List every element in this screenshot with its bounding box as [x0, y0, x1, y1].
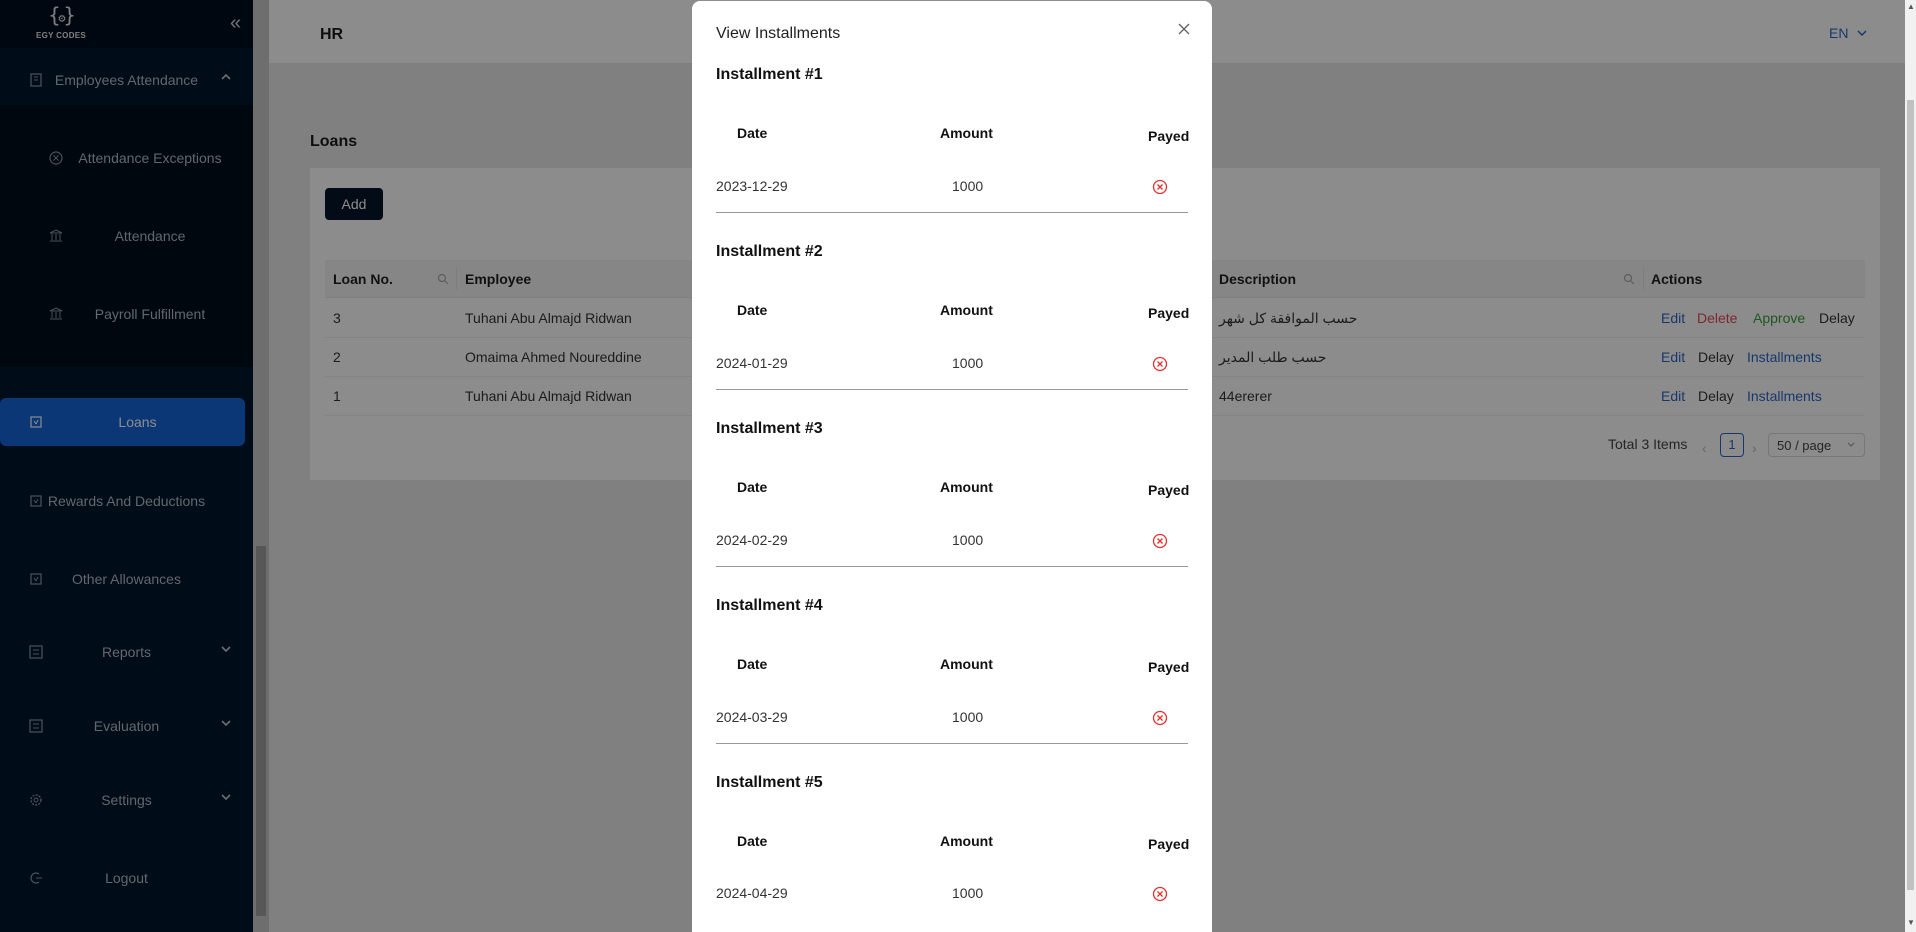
installment-block: Installment #4 Date Amount Payed 2024-03…	[716, 597, 1190, 774]
not-paid-icon	[1152, 710, 1168, 726]
divider	[716, 743, 1188, 744]
page-scrollbar-thumb[interactable]	[1907, 100, 1914, 890]
not-paid-icon	[1152, 179, 1168, 195]
not-paid-icon	[1152, 886, 1168, 902]
date-header: Date	[737, 125, 768, 141]
installment-title: Installment #2	[716, 243, 823, 260]
divider	[716, 212, 1188, 213]
payed-header: Payed	[1148, 128, 1190, 144]
installment-date: 2024-04-29	[716, 885, 788, 901]
page-scrollbar[interactable]: ▲ ▼	[1905, 0, 1916, 932]
scroll-down-icon[interactable]: ▼	[1907, 918, 1915, 927]
close-icon[interactable]	[1176, 21, 1192, 37]
installment-amount: 1000	[952, 885, 984, 901]
payed-header: Payed	[1148, 482, 1190, 498]
installment-amount: 1000	[952, 532, 984, 548]
installment-block: Installment #2 Date Amount Payed 2024-01…	[716, 243, 1190, 420]
installment-title: Installment #4	[716, 597, 823, 614]
amount-header: Amount	[940, 833, 993, 849]
installment-title: Installment #1	[716, 66, 823, 83]
date-header: Date	[737, 656, 768, 672]
date-header: Date	[737, 302, 768, 318]
installment-date: 2024-01-29	[716, 355, 788, 371]
installment-amount: 1000	[952, 178, 984, 194]
payed-header: Payed	[1148, 836, 1190, 852]
payed-header: Payed	[1148, 305, 1190, 321]
installment-title: Installment #3	[716, 420, 823, 437]
amount-header: Amount	[940, 125, 993, 141]
installment-date: 2023-12-29	[716, 178, 788, 194]
payed-header: Payed	[1148, 659, 1190, 675]
installment-block: Installment #1 Date Amount Payed 2023-12…	[716, 66, 1190, 243]
divider	[716, 389, 1188, 390]
modal-title: View Installments	[716, 25, 841, 42]
installment-date: 2024-03-29	[716, 709, 788, 725]
not-paid-icon	[1152, 356, 1168, 372]
installment-block: Installment #3 Date Amount Payed 2024-02…	[716, 420, 1190, 597]
date-header: Date	[737, 479, 768, 495]
installment-title: Installment #5	[716, 774, 823, 791]
installment-amount: 1000	[952, 709, 984, 725]
scroll-up-icon[interactable]: ▲	[1907, 2, 1915, 11]
not-paid-icon	[1152, 533, 1168, 549]
divider	[716, 566, 1188, 567]
date-header: Date	[737, 833, 768, 849]
amount-header: Amount	[940, 302, 993, 318]
amount-header: Amount	[940, 479, 993, 495]
installment-amount: 1000	[952, 355, 984, 371]
amount-header: Amount	[940, 656, 993, 672]
installment-block: Installment #5 Date Amount Payed 2024-04…	[716, 774, 1190, 924]
view-installments-modal: View Installments Installment #1 Date Am…	[692, 1, 1212, 932]
installment-date: 2024-02-29	[716, 532, 788, 548]
